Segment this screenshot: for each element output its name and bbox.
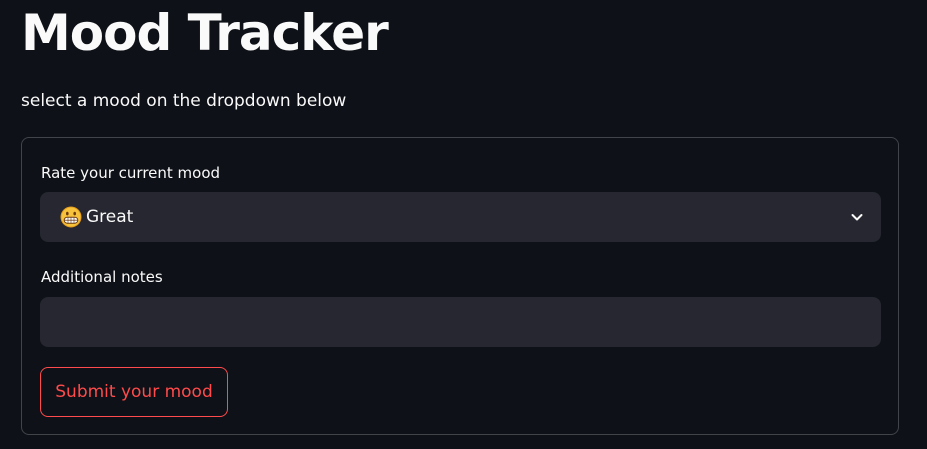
grinning-face-emoji-icon bbox=[60, 206, 82, 228]
chevron-down-icon[interactable] bbox=[845, 205, 869, 229]
notes-input-label: Additional notes bbox=[41, 268, 163, 286]
mood-select[interactable]: Great bbox=[40, 192, 881, 242]
mood-select-text: Great bbox=[86, 207, 134, 227]
notes-input[interactable] bbox=[40, 297, 881, 347]
page: Mood Tracker select a mood on the dropdo… bbox=[0, 0, 927, 449]
submit-mood-button[interactable]: Submit your mood bbox=[40, 367, 228, 417]
mood-select-value: Great bbox=[60, 206, 845, 228]
mood-form: Rate your current mood Great Additional … bbox=[21, 137, 899, 435]
page-subtitle: select a mood on the dropdown below bbox=[21, 91, 347, 111]
mood-select-label: Rate your current mood bbox=[41, 164, 221, 182]
page-title: Mood Tracker bbox=[21, 4, 389, 62]
